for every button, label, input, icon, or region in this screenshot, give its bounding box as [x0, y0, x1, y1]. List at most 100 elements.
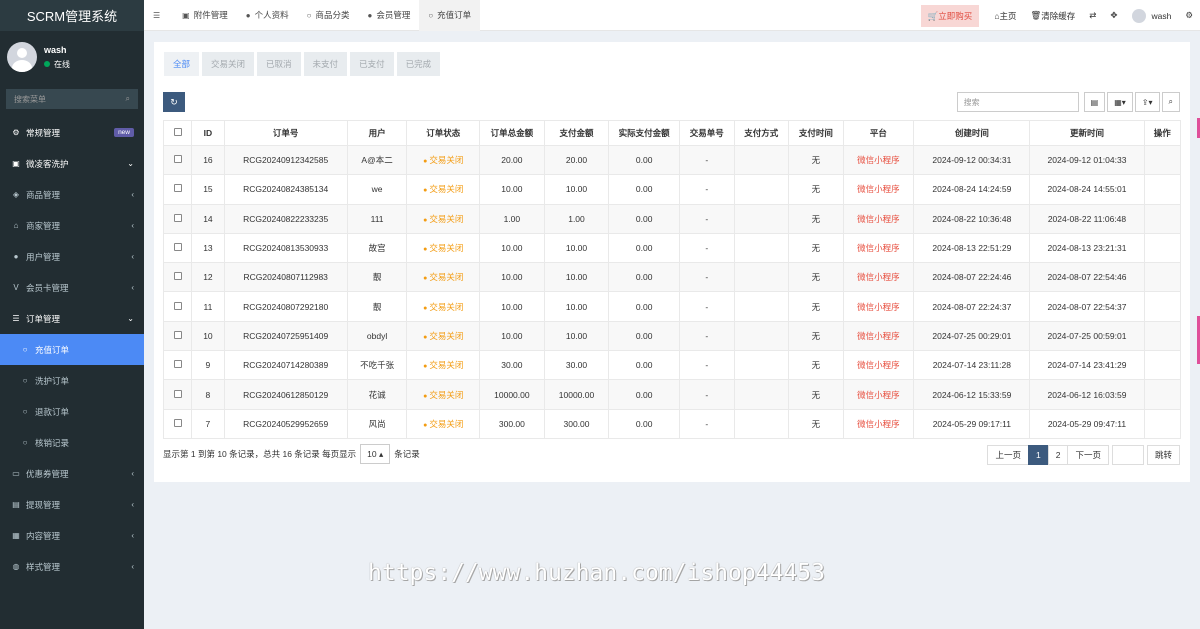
jump-page-input[interactable] [1111, 445, 1144, 465]
cell-id: 11 [191, 291, 225, 322]
column-header[interactable]: 平台 [842, 120, 915, 146]
sidebar-item-member-cards[interactable]: V 会员卡管理 ‹ [0, 272, 144, 303]
column-header[interactable]: 支付方式 [733, 120, 790, 146]
circle-icon: ○ [428, 10, 434, 20]
column-header[interactable]: 实际支付金额 [608, 120, 680, 146]
buy-now-button[interactable]: 🛒立即购买 [920, 4, 980, 27]
filter-closed[interactable]: 交易关闭 [202, 52, 255, 76]
cart-icon: 🛒 [927, 10, 939, 21]
sidebar-item-coupons[interactable]: ▭ 优惠券管理 ‹ [0, 458, 144, 489]
home-link[interactable]: ⌂ 主页 [987, 10, 1023, 22]
table-row[interactable]: 8RCG20240612850129花诚交易关闭10000.0010000.00… [162, 379, 1182, 410]
tab-members[interactable]: ● 会员管理 [358, 0, 419, 31]
translate-button[interactable]: ⇄ [1082, 10, 1103, 21]
row-checkbox[interactable] [162, 320, 193, 352]
row-checkbox[interactable] [162, 174, 193, 205]
table-row[interactable]: 7RCG20240529952659风尚交易关闭300.00300.000.00… [162, 408, 1182, 439]
row-checkbox[interactable] [162, 262, 193, 293]
row-checkbox[interactable] [162, 203, 193, 234]
clear-cache-button[interactable]: 🗑 清除缓存 [1023, 10, 1082, 22]
cell-order-status: 交易关闭 [406, 291, 481, 322]
jump-button[interactable]: 跳转 [1146, 445, 1180, 465]
prev-page-button[interactable]: 上一页 [987, 445, 1029, 465]
column-header[interactable]: 交易单号 [679, 120, 735, 146]
column-header[interactable]: 支付金额 [543, 120, 610, 146]
cell-created-at: 2024-08-13 22:51:29 [913, 232, 1031, 264]
tab-recharge-orders[interactable]: ○ 充值订单 [419, 0, 481, 31]
sidebar-item-recharge-orders[interactable]: ○ 充值订单 [0, 334, 144, 365]
column-header[interactable]: ID [191, 120, 225, 146]
cell-total-amount: 30.00 [479, 350, 545, 381]
filter-completed[interactable]: 已完成 [396, 52, 441, 76]
table-row[interactable]: 14RCG20240822233235111交易关闭1.001.000.00-无… [162, 203, 1182, 234]
table-row[interactable]: 12RCG20240807112983靓交易关闭10.0010.000.00-无… [162, 262, 1182, 293]
cell-pay-method [733, 350, 790, 381]
row-checkbox[interactable] [162, 291, 193, 322]
sidebar-item-refund-orders[interactable]: ○ 退款订单 [0, 396, 144, 427]
sidebar-item-withdraw[interactable]: ▤ 提现管理 ‹ [0, 489, 144, 520]
sidebar-item-verify-records[interactable]: ○ 核销记录 [0, 427, 144, 458]
column-header[interactable]: 订单总金额 [479, 120, 545, 146]
table-row[interactable]: 9RCG20240714280389不吃千张交易关闭30.0030.000.00… [162, 350, 1182, 381]
column-header[interactable]: 用户 [346, 120, 408, 146]
row-checkbox[interactable] [162, 379, 193, 410]
filter-unpaid[interactable]: 未支付 [303, 52, 348, 76]
columns-button[interactable]: ▦▾ [1107, 92, 1133, 112]
advanced-search-button[interactable]: ⌕ [1161, 92, 1180, 112]
table-row[interactable]: 10RCG20240725951409obdyl交易关闭10.0010.000.… [162, 320, 1182, 352]
row-checkbox[interactable] [162, 144, 193, 176]
cell-id: 15 [191, 174, 225, 205]
table-row[interactable]: 13RCG20240813530933故宫交易关闭10.0010.000.00-… [162, 232, 1182, 264]
column-header[interactable]: 订单号 [223, 120, 348, 146]
cell-pay-method [733, 203, 790, 234]
sidebar-item-products[interactable]: ◈ 商品管理 ‹ [0, 179, 144, 210]
sidebar-item-users[interactable]: ● 用户管理 ‹ [0, 241, 144, 272]
cell-platform: 微信小程序 [842, 203, 915, 234]
sidebar-item-general[interactable]: ⚙ 常规管理 new [0, 117, 144, 148]
fullscreen-button[interactable]: ✥ [1103, 10, 1124, 21]
pagination-info-suffix: 条记录 [394, 449, 420, 459]
settings-button[interactable]: ⚙ [1178, 10, 1200, 21]
column-header[interactable]: 更新时间 [1029, 120, 1145, 146]
sidebar-item-washing[interactable]: ▣ 微凌客洗护 ⌄ [0, 148, 144, 179]
filter-all[interactable]: 全部 [164, 52, 200, 76]
tab-product-category[interactable]: ○ 商品分类 [298, 0, 359, 31]
table-row[interactable]: 11RCG20240807292180靓交易关闭10.0010.000.00-无… [162, 291, 1182, 322]
tab-attachments[interactable]: ▣ 附件管理 [173, 0, 237, 31]
pagination-info-prefix: 显示第 1 到第 10 条记录，总共 16 条记录 每页显示 [163, 449, 357, 459]
sidebar-search[interactable]: 搜索菜单 ⌕ [6, 89, 138, 109]
cell-pay-time: 无 [788, 320, 844, 352]
app-logo-title[interactable]: SCRM管理系统 [0, 0, 144, 31]
table-row[interactable]: 15RCG20240824385134we交易关闭10.0010.000.00-… [162, 174, 1182, 205]
column-header[interactable]: 订单状态 [406, 120, 481, 146]
export-button[interactable]: ⇪▾ [1134, 92, 1160, 112]
sidebar-item-wash-orders[interactable]: ○ 洗护订单 [0, 365, 144, 396]
row-checkbox[interactable] [162, 408, 193, 439]
column-header[interactable]: 创建时间 [913, 120, 1031, 146]
page-2-button[interactable]: 2 [1047, 445, 1069, 465]
cell-created-at: 2024-06-12 15:33:59 [913, 379, 1031, 410]
search-icon[interactable]: ⌕ [126, 94, 130, 104]
filter-paid[interactable]: 已支付 [350, 52, 394, 76]
cell-pay-method [733, 144, 790, 176]
refresh-button[interactable]: ↻ [163, 92, 185, 112]
sidebar-toggle[interactable]: ☰ [144, 0, 173, 31]
select-all-checkbox[interactable] [162, 120, 193, 146]
page-size-select[interactable]: 10 ▴ [360, 444, 391, 464]
circle-icon: ○ [22, 345, 28, 354]
search-input[interactable] [956, 92, 1079, 112]
row-checkbox[interactable] [162, 232, 193, 264]
column-header[interactable]: 支付时间 [788, 120, 844, 146]
toggle-view-button[interactable]: ▤ [1083, 92, 1106, 112]
sidebar-item-merchants[interactable]: ⌂ 商家管理 ‹ [0, 210, 144, 241]
sidebar-item-content[interactable]: ▦ 内容管理 ‹ [0, 520, 144, 551]
table-row[interactable]: 16RCG20240912342585A@本二交易关闭20.0020.000.0… [162, 144, 1182, 176]
tab-profile[interactable]: ● 个人资料 [237, 0, 298, 31]
user-menu[interactable]: wash [1125, 8, 1179, 23]
next-page-button[interactable]: 下一页 [1067, 445, 1109, 465]
sidebar-item-styles[interactable]: ◍ 样式管理 ‹ [0, 551, 144, 582]
filter-cancelled[interactable]: 已取消 [257, 52, 301, 76]
sidebar-item-orders[interactable]: ☰ 订单管理 ⌄ [0, 303, 144, 334]
row-checkbox[interactable] [162, 350, 193, 381]
page-1-button[interactable]: 1 [1028, 445, 1049, 465]
